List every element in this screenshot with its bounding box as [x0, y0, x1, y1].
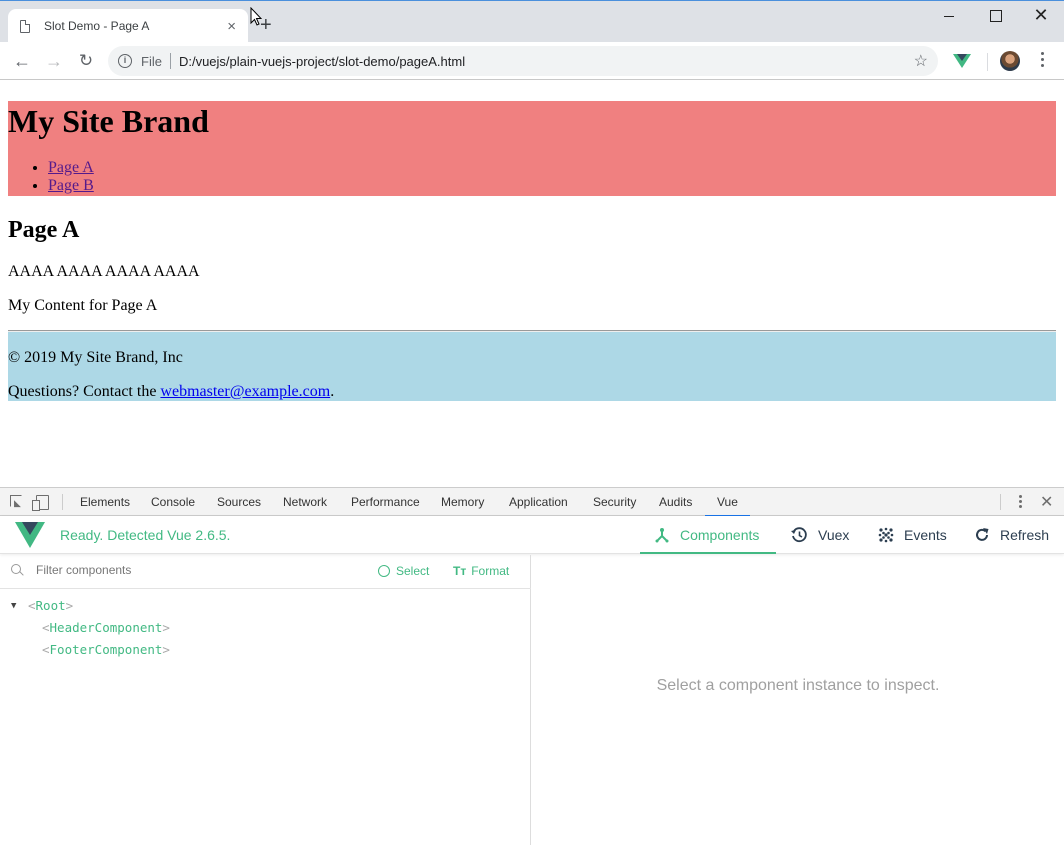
vue-status-text: Ready. Detected Vue 2.6.5.: [60, 527, 231, 543]
vue-devtools-header: Ready. Detected Vue 2.6.5. Components Vu…: [0, 516, 1064, 554]
back-button[interactable]: ←: [10, 50, 34, 72]
browser-tab[interactable]: Slot Demo - Page A ×: [8, 9, 248, 43]
search-icon: [11, 564, 21, 574]
format-button[interactable]: Tт Format: [453, 564, 509, 578]
contact-prefix: Questions? Contact the: [8, 383, 161, 400]
devtools-tab-elements[interactable]: Elements: [72, 488, 138, 516]
browser-menu-icon[interactable]: [1036, 52, 1048, 70]
select-component-button[interactable]: Select: [378, 564, 429, 578]
devtools-tab-network[interactable]: Network: [275, 488, 335, 516]
profile-avatar[interactable]: [1000, 51, 1020, 71]
tree-node-footer-component[interactable]: <FooterComponent>: [0, 639, 170, 661]
devtools-tab-console[interactable]: Console: [143, 488, 203, 516]
component-tree: ▼ <Root> <HeaderComponent> <FooterCompon…: [0, 595, 170, 661]
devtools-tab-vue[interactable]: Vue: [705, 488, 750, 517]
minimize-button[interactable]: [926, 5, 972, 29]
vue-logo-icon: [15, 522, 45, 548]
scheme-label: File: [141, 53, 162, 69]
devtools-tab-security[interactable]: Security: [585, 488, 644, 516]
address-bar[interactable]: i File D:/vuejs/plain-vuejs-project/slot…: [108, 46, 938, 76]
nav-item: Page B: [48, 177, 94, 195]
devtools-tab-sources[interactable]: Sources: [209, 488, 269, 516]
contact-email-link[interactable]: webmaster@example.com: [160, 383, 330, 400]
history-icon: [791, 527, 807, 543]
devtools-tab-memory[interactable]: Memory: [433, 488, 492, 516]
page-viewport: My Site Brand Page A Page B Page A AAAA …: [0, 81, 1064, 487]
components-icon: [655, 528, 669, 543]
device-toolbar-icon[interactable]: [32, 495, 49, 511]
forward-button[interactable]: →: [42, 50, 66, 72]
filter-bar: Select Tт Format: [0, 555, 531, 589]
site-brand: My Site Brand: [8, 103, 209, 139]
component-inspector-pane: Select a component instance to inspect.: [532, 555, 1064, 845]
text-format-icon: Tт: [453, 564, 467, 578]
vue-nav-components[interactable]: Components: [640, 516, 776, 554]
devtools-panel: Elements Console Sources Network Perform…: [0, 487, 1064, 845]
tree-node-header-component[interactable]: <HeaderComponent>: [0, 617, 170, 639]
events-icon: [878, 527, 894, 543]
devtools-tab-audits[interactable]: Audits: [651, 488, 700, 516]
format-label: Format: [471, 564, 510, 578]
nav-item: Page A: [48, 159, 94, 177]
site-header: My Site Brand Page A Page B: [8, 101, 1056, 196]
tabbar-divider: [62, 494, 63, 510]
url-text[interactable]: D:/vuejs/plain-vuejs-project/slot-demo/p…: [179, 54, 914, 69]
tree-node-root[interactable]: ▼ <Root>: [0, 595, 170, 617]
tabbar-divider: [1000, 494, 1001, 510]
devtools-tab-application[interactable]: Application: [501, 488, 576, 516]
maximize-button[interactable]: [972, 5, 1018, 29]
footer-contact: Questions? Contact the webmaster@example…: [8, 382, 334, 401]
expand-arrow-icon[interactable]: ▼: [11, 595, 16, 617]
component-tree-pane: Select Tт Format ▼ <Root> <HeaderCompone…: [0, 555, 531, 845]
reload-button[interactable]: ↻: [74, 50, 98, 72]
component-name: FooterComponent: [49, 642, 163, 657]
select-label: Select: [396, 564, 430, 578]
info-icon[interactable]: i: [118, 54, 132, 68]
inspect-element-icon[interactable]: [10, 495, 22, 507]
new-tab-button[interactable]: +: [260, 15, 272, 35]
document-icon: [20, 19, 30, 33]
vue-nav-events[interactable]: Events: [864, 516, 961, 554]
vue-nav-label: Vuex: [818, 527, 850, 543]
vue-devtools-extension-icon[interactable]: [953, 54, 971, 68]
devtools-more-icon[interactable]: [1016, 495, 1024, 511]
site-nav: Page A Page B: [30, 159, 94, 195]
target-icon: [378, 565, 390, 577]
refresh-icon: [976, 528, 989, 541]
site-footer: © 2019 My Site Brand, Inc Questions? Con…: [8, 332, 1056, 401]
component-name: HeaderComponent: [49, 620, 163, 635]
contact-suffix: .: [330, 383, 335, 400]
footer-copyright: © 2019 My Site Brand, Inc: [8, 349, 183, 366]
browser-toolbar: ← → ↻ i File D:/vuejs/plain-vuejs-projec…: [0, 42, 1064, 80]
page-title: Page A: [8, 217, 80, 243]
vue-nav-refresh[interactable]: Refresh: [960, 516, 1063, 554]
devtools-close-icon[interactable]: ✕: [1040, 492, 1053, 512]
omnibox-divider: [169, 53, 171, 69]
vue-nav-label: Refresh: [1000, 527, 1050, 543]
browser-titlebar: Slot Demo - Page A × + ✕: [0, 0, 1064, 43]
component-name: Root: [35, 598, 66, 613]
tab-title: Slot Demo - Page A: [44, 19, 150, 33]
devtools-tab-performance[interactable]: Performance: [343, 488, 428, 516]
vue-nav-vuex[interactable]: Vuex: [776, 516, 863, 554]
vue-nav-label: Events: [904, 527, 947, 543]
vue-nav-label: Components: [680, 527, 760, 543]
window-close-button[interactable]: ✕: [1018, 5, 1064, 29]
page-paragraph: My Content for Page A: [8, 297, 158, 314]
devtools-tabbar: Elements Console Sources Network Perform…: [0, 488, 1064, 517]
filter-components-input[interactable]: [36, 563, 336, 577]
bookmark-star-icon[interactable]: ☆: [914, 51, 928, 71]
tab-close-icon[interactable]: ×: [227, 18, 236, 35]
nav-link-page-b[interactable]: Page B: [48, 177, 94, 194]
nav-link-page-a[interactable]: Page A: [48, 159, 94, 176]
empty-inspector-message: Select a component instance to inspect.: [656, 677, 940, 694]
extension-divider: [987, 53, 988, 71]
page-paragraph: AAAA AAAA AAAA AAAA: [8, 263, 200, 280]
